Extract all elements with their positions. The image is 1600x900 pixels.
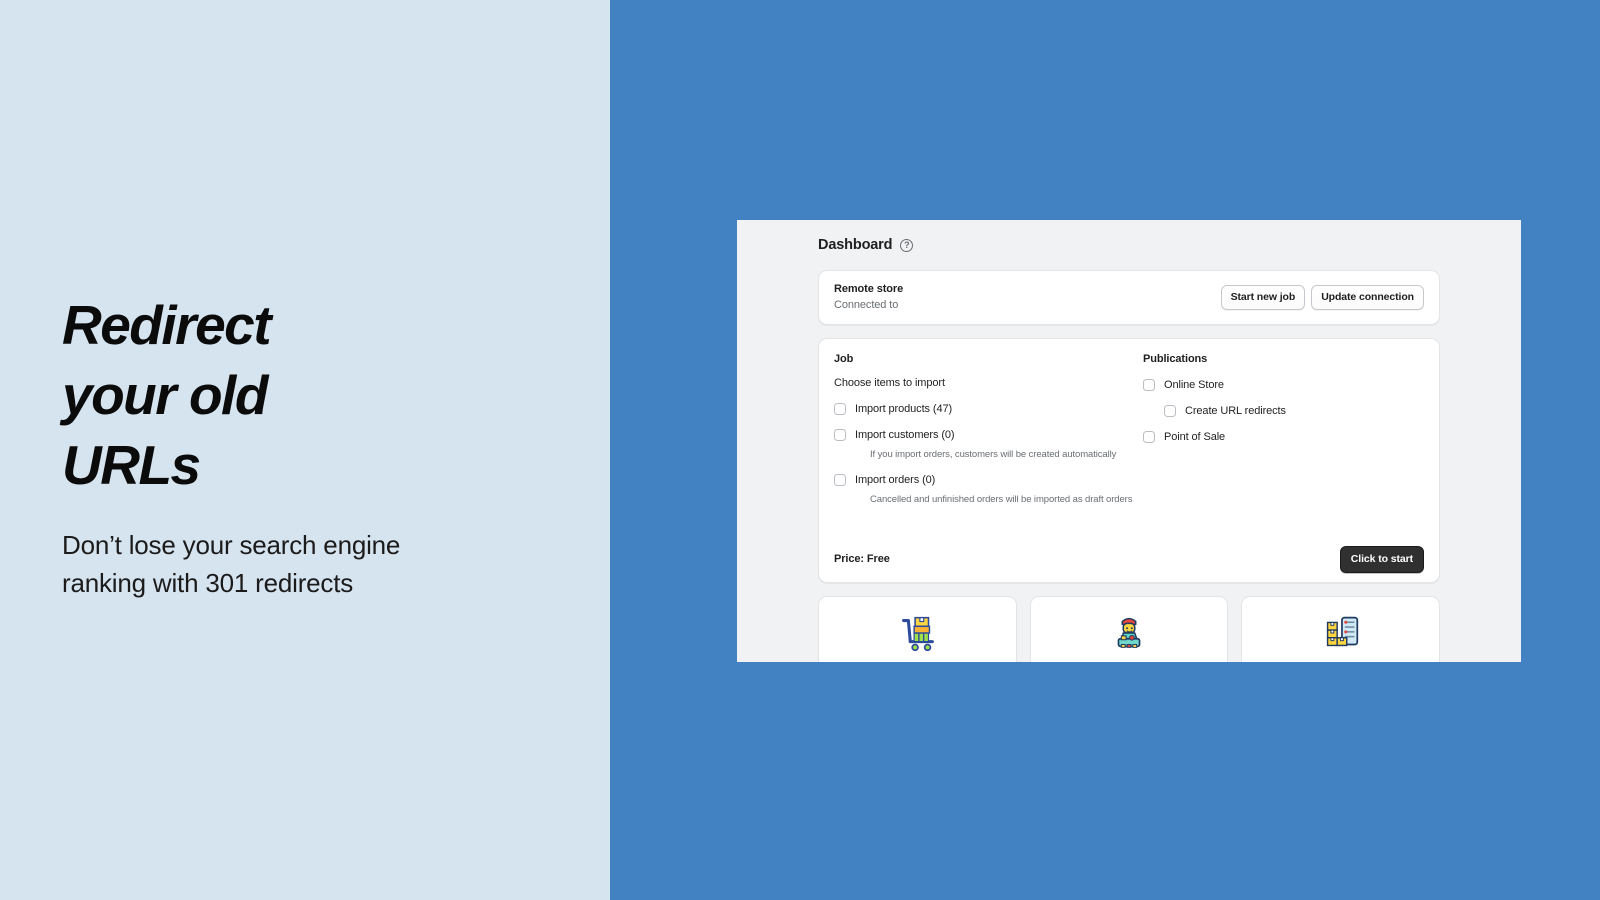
job-footer: Price: Free Click to start <box>819 536 1439 582</box>
stat-card-products: 47 products found <box>818 596 1017 662</box>
online-store-label: Online Store <box>1164 379 1224 391</box>
update-connection-button[interactable]: Update connection <box>1311 284 1424 310</box>
publications-column: Publications Online Store Create URL red… <box>1139 353 1424 505</box>
stats-row: 47 products found <box>818 596 1441 662</box>
promo-headline: Redirect your old URLs <box>62 294 272 496</box>
click-to-start-button[interactable]: Click to start <box>1339 545 1424 573</box>
hand-truck-boxes-icon <box>894 610 940 656</box>
import-products-row[interactable]: Import products (47) <box>834 403 1139 415</box>
publications-section-title: Publications <box>1143 353 1208 365</box>
job-section-title: Job <box>834 353 854 365</box>
publication-point-of-sale-row[interactable]: Point of Sale <box>1143 431 1424 443</box>
promo-right-panel: Dashboard ? Remote store Connected to St… <box>610 0 1600 900</box>
job-price: Price: Free <box>834 553 890 565</box>
publication-online-store-row[interactable]: Online Store <box>1143 379 1424 391</box>
online-store-checkbox[interactable] <box>1143 379 1155 391</box>
job-card: Job Choose items to import Import produc… <box>818 338 1440 583</box>
boxes-clipboard-icon <box>1318 610 1364 656</box>
promo-left-panel: Redirect your old URLs Don’t lose your s… <box>0 0 610 900</box>
import-orders-row[interactable]: Import orders (0) <box>834 474 1139 486</box>
remote-store-card: Remote store Connected to Start new job … <box>818 270 1440 325</box>
job-instruction: Choose items to import <box>834 377 945 389</box>
import-products-label: Import products (47) <box>855 403 953 415</box>
import-customers-hint: If you import orders, customers will be … <box>870 449 1117 460</box>
remote-store-status: Connected to <box>834 299 899 311</box>
point-of-sale-label: Point of Sale <box>1164 431 1226 443</box>
import-customers-checkbox[interactable] <box>834 429 846 441</box>
import-orders-label: Import orders (0) <box>855 474 936 486</box>
import-customers-row[interactable]: Import customers (0) <box>834 429 1139 441</box>
import-products-checkbox[interactable] <box>834 403 846 415</box>
point-of-sale-checkbox[interactable] <box>1143 431 1155 443</box>
help-icon[interactable]: ? <box>900 238 914 252</box>
shopper-person-icon <box>1106 610 1152 656</box>
promo-copy: Redirect your old URLs Don’t lose your s… <box>62 290 552 602</box>
page-title-row: Dashboard ? <box>818 237 1440 253</box>
import-customers-label: Import customers (0) <box>855 429 955 441</box>
publication-create-url-redirects-row[interactable]: Create URL redirects <box>1164 405 1424 417</box>
page-title: Dashboard <box>818 237 893 253</box>
stat-card-orders: 0 orders found <box>1241 596 1441 662</box>
create-url-redirects-checkbox[interactable] <box>1164 405 1176 417</box>
remote-store-info: Remote store Connected to <box>834 283 903 311</box>
remote-store-actions: Start new job Update connection <box>1220 284 1424 310</box>
stat-card-customers: 0 customers found <box>1029 596 1229 662</box>
import-orders-hint: Cancelled and unfinished orders will be … <box>870 494 1133 505</box>
create-url-redirects-label: Create URL redirects <box>1185 405 1286 417</box>
start-new-job-button[interactable]: Start new job <box>1220 284 1306 310</box>
promo-banner: Redirect your old URLs Don’t lose your s… <box>0 0 1600 900</box>
job-column: Job Choose items to import Import produc… <box>834 353 1139 505</box>
promo-subheadline: Don’t lose your search engine ranking wi… <box>62 530 401 598</box>
dashboard-screenshot: Dashboard ? Remote store Connected to St… <box>737 220 1521 662</box>
remote-store-name: Remote store <box>834 283 904 295</box>
import-orders-checkbox[interactable] <box>834 474 846 486</box>
